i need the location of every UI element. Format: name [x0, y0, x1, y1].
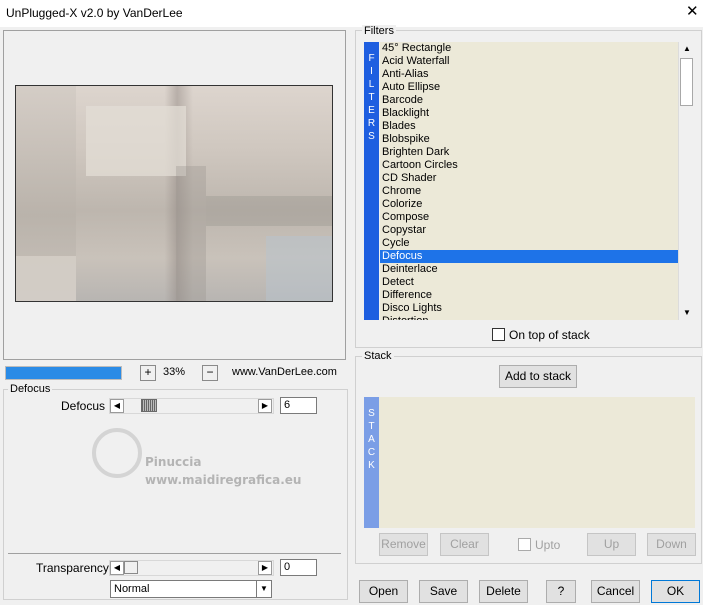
stack-list[interactable]	[379, 397, 695, 528]
open-button[interactable]: Open	[359, 580, 408, 603]
transparency-slider-thumb[interactable]	[124, 561, 138, 574]
blend-mode-value: Normal	[114, 583, 150, 595]
ok-button[interactable]: OK	[651, 580, 700, 603]
filters-scrollbar[interactable]: ▲ ▼	[678, 42, 695, 320]
defocus-param-label: Defocus	[61, 399, 106, 413]
filters-strip-letter: L	[368, 79, 375, 90]
filter-list-item[interactable]: Difference	[380, 289, 678, 302]
scroll-up-icon[interactable]: ▲	[679, 42, 695, 56]
chevron-down-icon: ▼	[256, 581, 271, 597]
filter-list-item[interactable]: Auto Ellipse	[380, 81, 678, 94]
stack-strip-letter: T	[368, 421, 375, 432]
filters-strip-letter: R	[367, 118, 376, 129]
params-group-title: Defocus	[8, 383, 53, 395]
scroll-thumb[interactable]	[680, 58, 693, 106]
upto-checkbox[interactable]	[518, 538, 531, 551]
filter-list-item[interactable]: Brighten Dark	[380, 146, 678, 159]
filter-list-item[interactable]: Deinterlace	[380, 263, 678, 276]
filters-strip-letter: T	[368, 92, 375, 103]
filter-list-item[interactable]: Distortion	[380, 315, 678, 320]
transparency-label: Transparency	[36, 561, 109, 575]
filter-list-item[interactable]: Barcode	[380, 94, 678, 107]
stack-group-title: Stack	[362, 350, 394, 362]
transparency-value-field[interactable]: 0	[280, 559, 317, 576]
filters-strip-letter: E	[368, 105, 375, 116]
filter-list-item[interactable]: Chrome	[380, 185, 678, 198]
zoom-out-button[interactable]: −	[202, 365, 218, 381]
help-button[interactable]: ?	[546, 580, 576, 603]
transparency-decrease-button[interactable]: ◀	[110, 561, 124, 575]
preview-image	[15, 85, 333, 302]
scroll-down-icon[interactable]: ▼	[679, 306, 695, 320]
filter-list-item[interactable]: Disco Lights	[380, 302, 678, 315]
cancel-button[interactable]: Cancel	[591, 580, 640, 603]
watermark-name: Pinuccia	[145, 455, 202, 469]
defocus-slider-thumb[interactable]	[141, 399, 157, 412]
filter-list-item[interactable]: Anti-Alias	[380, 68, 678, 81]
filters-group-title: Filters	[362, 25, 396, 37]
filter-list-item[interactable]: 45° Rectangle	[380, 42, 678, 55]
on-top-checkbox[interactable]	[492, 328, 505, 341]
watermark-logo	[92, 428, 142, 478]
filter-list-item[interactable]: Acid Waterfall	[380, 55, 678, 68]
filter-list-item[interactable]: CD Shader	[380, 172, 678, 185]
filters-list[interactable]: 45° Rectangle Acid Waterfall Anti-Alias Aut…	[380, 42, 678, 320]
filter-list-item[interactable]: Cycle	[380, 237, 678, 250]
filter-list-item[interactable]: Defocus	[380, 250, 678, 263]
title-bar: UnPlugged-X v2.0 by VanDerLee ✕	[0, 0, 703, 30]
stack-strip-letter: A	[368, 434, 375, 445]
upto-label: Upto	[535, 538, 561, 552]
defocus-value-field[interactable]: 6	[280, 397, 317, 414]
close-icon[interactable]: ✕	[686, 4, 699, 20]
blend-mode-select[interactable]: Normal ▼	[110, 580, 272, 598]
add-to-stack-button[interactable]: Add to stack	[499, 365, 577, 388]
zoom-level: 33%	[163, 366, 186, 378]
filters-side-strip: FILTERS	[364, 42, 379, 320]
down-button[interactable]: Down	[647, 533, 696, 556]
filter-list-item[interactable]: Cartoon Circles	[380, 159, 678, 172]
filter-list-item[interactable]: Colorize	[380, 198, 678, 211]
filters-strip-letter: S	[368, 131, 375, 142]
filter-list-item[interactable]: Blobspike	[380, 133, 678, 146]
filters-strip-letter: F	[368, 53, 375, 64]
stack-strip-letter: S	[368, 408, 375, 419]
stack-side-strip: STACK	[364, 397, 379, 528]
zoom-in-button[interactable]: +	[140, 365, 156, 381]
filter-list-item[interactable]: Blades	[380, 120, 678, 133]
on-top-label: On top of stack	[509, 328, 590, 342]
defocus-decrease-button[interactable]: ◀	[110, 399, 124, 413]
filter-list-item[interactable]: Blacklight	[380, 107, 678, 120]
up-button[interactable]: Up	[587, 533, 636, 556]
filter-list-item[interactable]: Detect	[380, 276, 678, 289]
render-progress-bar	[5, 366, 122, 380]
defocus-increase-button[interactable]: ▶	[258, 399, 272, 413]
save-button[interactable]: Save	[419, 580, 468, 603]
website-link[interactable]: www.VanDerLee.com	[232, 366, 337, 378]
filters-strip-letter: I	[370, 66, 373, 77]
filter-list-item[interactable]: Copystar	[380, 224, 678, 237]
remove-button[interactable]: Remove	[379, 533, 428, 556]
stack-strip-letter: C	[367, 447, 376, 458]
window-title: UnPlugged-X v2.0 by VanDerLee	[6, 6, 183, 20]
filter-list-item[interactable]: Compose	[380, 211, 678, 224]
clear-button[interactable]: Clear	[440, 533, 489, 556]
progress-fill	[6, 367, 121, 379]
transparency-increase-button[interactable]: ▶	[258, 561, 272, 575]
stack-strip-letter: K	[368, 460, 375, 471]
divider	[8, 553, 341, 554]
defocus-slider[interactable]	[109, 398, 274, 414]
delete-button[interactable]: Delete	[479, 580, 528, 603]
watermark-site: www.maidiregrafica.eu	[145, 473, 302, 487]
